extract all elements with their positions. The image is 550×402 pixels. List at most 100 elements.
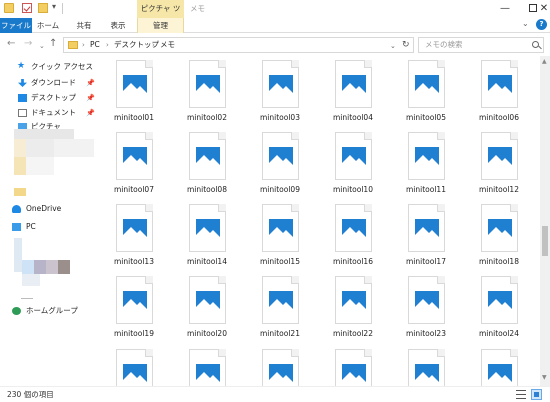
sidebar-item-pictures[interactable]: ピクチャ <box>0 120 100 129</box>
breadcrumb-pc[interactable]: PC <box>90 38 100 52</box>
blurred-region <box>14 139 26 157</box>
file-item[interactable] <box>103 345 165 386</box>
sidebar-item-homegroup[interactable]: ホームグループ <box>0 304 100 318</box>
file-item[interactable]: minitool03 <box>249 56 311 128</box>
file-item[interactable]: minitool02 <box>176 56 238 128</box>
scroll-up-icon[interactable]: ▲ <box>542 58 547 65</box>
picture-icon <box>269 364 293 384</box>
sidebar-item-onedrive[interactable]: OneDrive <box>0 202 100 216</box>
sidebar-item-label: デスクトップ <box>31 93 76 102</box>
file-item[interactable]: minitool17 <box>395 200 457 272</box>
image-file-icon <box>189 132 226 180</box>
refresh-icon[interactable]: ↻ <box>402 38 410 52</box>
image-file-icon <box>116 349 153 386</box>
sidebar-item-desktop[interactable]: デスクトップ 📌 <box>0 91 100 105</box>
file-item[interactable]: minitool23 <box>395 272 457 344</box>
file-name: minitool14 <box>187 257 227 266</box>
tab-manage[interactable]: 管理 <box>137 18 184 33</box>
file-item[interactable]: minitool21 <box>249 272 311 344</box>
file-item[interactable] <box>249 345 311 386</box>
file-item[interactable]: minitool01 <box>103 56 165 128</box>
file-name: minitool20 <box>187 329 227 338</box>
close-button[interactable]: ✕ <box>538 0 550 18</box>
minimize-button[interactable]: — <box>491 0 519 18</box>
recent-locations-button[interactable]: ⌄ <box>39 39 45 53</box>
breadcrumb-separator[interactable]: › <box>152 38 155 52</box>
breadcrumb-separator[interactable]: › <box>82 38 85 52</box>
picture-icon <box>196 291 220 311</box>
file-name: minitool22 <box>333 329 373 338</box>
image-file-icon <box>189 349 226 386</box>
details-view-icon[interactable] <box>516 390 526 399</box>
file-item[interactable]: minitool06 <box>468 56 530 128</box>
file-item[interactable]: minitool05 <box>395 56 457 128</box>
picture-icon <box>488 364 512 384</box>
status-bar: 230 個の項目 <box>0 386 550 402</box>
image-file-icon <box>335 349 372 386</box>
file-item[interactable]: minitool16 <box>322 200 384 272</box>
large-icons-view-icon[interactable] <box>531 389 542 400</box>
address-dropdown-icon[interactable]: ⌄ <box>390 39 396 53</box>
blurred-region <box>22 260 34 274</box>
file-item[interactable] <box>468 345 530 386</box>
picture-icon <box>269 147 293 167</box>
file-item[interactable]: minitool22 <box>322 272 384 344</box>
file-item[interactable]: minitool18 <box>468 200 530 272</box>
file-item[interactable] <box>176 345 238 386</box>
scroll-down-icon[interactable]: ▼ <box>542 374 547 381</box>
file-item[interactable] <box>322 345 384 386</box>
file-item[interactable]: minitool19 <box>103 272 165 344</box>
image-file-icon <box>408 60 445 108</box>
file-item[interactable]: minitool04 <box>322 56 384 128</box>
picture-icon <box>488 219 512 239</box>
blurred-region <box>58 260 70 274</box>
forward-button[interactable]: → <box>24 37 32 51</box>
image-file-icon <box>189 276 226 324</box>
sidebar-item-downloads[interactable]: ダウンロード 📌 <box>0 76 100 90</box>
scrollbar-thumb[interactable] <box>542 226 548 256</box>
image-file-icon <box>481 349 518 386</box>
new-folder-icon[interactable] <box>38 3 48 13</box>
file-item[interactable]: minitool09 <box>249 128 311 200</box>
tab-home[interactable]: ホーム <box>36 18 60 33</box>
breadcrumb-separator[interactable]: › <box>106 38 109 52</box>
search-placeholder: メモの検索 <box>425 40 463 49</box>
folder-icon <box>68 41 78 49</box>
picture-icon <box>123 75 147 95</box>
file-item[interactable]: minitool10 <box>322 128 384 200</box>
sidebar-item-documents[interactable]: ドキュメント 📌 <box>0 106 100 120</box>
tab-file[interactable]: ファイル <box>0 18 32 33</box>
help-icon[interactable]: ? <box>536 19 547 30</box>
tab-view[interactable]: 表示 <box>106 18 130 33</box>
file-name: minitool11 <box>406 185 446 194</box>
file-item[interactable] <box>395 345 457 386</box>
up-button[interactable]: ↑ <box>49 37 57 51</box>
image-file-icon <box>116 204 153 252</box>
customize-quick-access-icon[interactable]: ▾ <box>52 2 56 11</box>
search-box[interactable]: メモの検索 <box>418 37 544 53</box>
file-item[interactable]: minitool11 <box>395 128 457 200</box>
file-item[interactable]: minitool14 <box>176 200 238 272</box>
expand-ribbon-icon[interactable]: ⌄ <box>522 19 529 28</box>
picture-icon <box>123 219 147 239</box>
file-name: minitool08 <box>187 185 227 194</box>
sidebar-item-pc[interactable]: PC <box>0 220 100 234</box>
search-icon[interactable] <box>532 41 539 48</box>
file-item[interactable]: minitool08 <box>176 128 238 200</box>
address-bar[interactable]: › PC › デスクトップ › メモ ⌄ ↻ <box>63 37 414 53</box>
file-item[interactable]: minitool13 <box>103 200 165 272</box>
tab-share[interactable]: 共有 <box>72 18 96 33</box>
vertical-scrollbar[interactable]: ▲ ▼ <box>540 56 550 386</box>
file-item[interactable]: minitool24 <box>468 272 530 344</box>
file-name: minitool17 <box>406 257 446 266</box>
file-item[interactable]: minitool07 <box>103 128 165 200</box>
file-item[interactable]: minitool12 <box>468 128 530 200</box>
properties-icon[interactable] <box>22 3 32 13</box>
file-item[interactable]: minitool15 <box>249 200 311 272</box>
picture-icon <box>488 75 512 95</box>
file-item[interactable]: minitool20 <box>176 272 238 344</box>
back-button[interactable]: ← <box>7 37 15 51</box>
file-name: minitool13 <box>114 257 154 266</box>
breadcrumb-memo[interactable]: メモ <box>160 38 175 52</box>
sidebar-item-quick-access[interactable]: ★ クイック アクセス <box>0 60 100 74</box>
